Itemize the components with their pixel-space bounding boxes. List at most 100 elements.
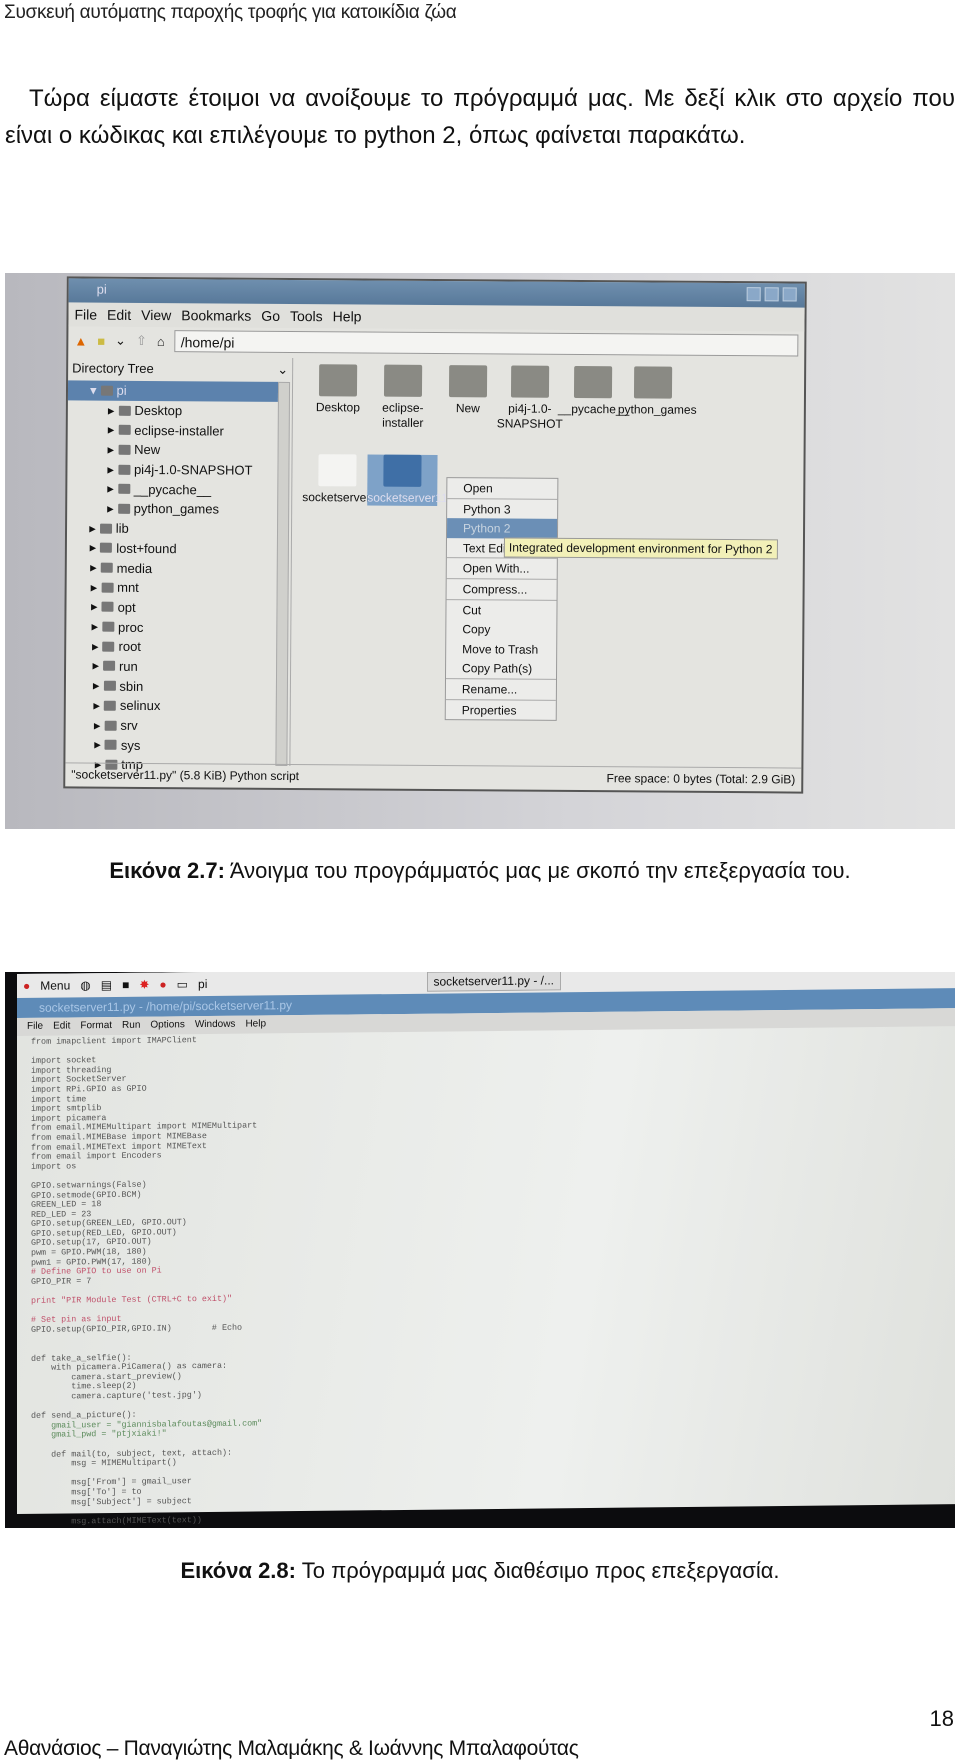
expander-icon: ▸ [107,461,115,477]
tree-item-label: lib [115,520,129,537]
tree-item: ▸ lost+found [67,538,277,559]
wolfram-icon: ● [159,977,167,992]
file-icon-item: pi4j-1.0-SNAPSHOT [495,365,565,431]
tree-item: ▸ sys [65,735,275,756]
folder-icon: ▭ [176,977,189,992]
file-icon-item: socketserver.py [302,454,386,505]
menu-item: Edit [107,306,132,323]
expander-icon: ▸ [93,697,100,713]
caption-label: Εικόνα 2.7: [109,858,225,883]
folder-icon [100,543,113,554]
menu-item: Help [245,1018,267,1030]
file-icon-label: New [455,401,480,416]
home-icon: ⌂ [156,333,165,349]
menu-item: File [74,306,98,323]
directory-tree-panel: Directory Tree ⌄ ▾ pi ▸ Desktop ▸ eclipse-inst… [65,356,294,772]
panel-folder: pi [198,977,208,992]
menu-item: File [27,1020,44,1032]
menu-item: Go [261,307,281,324]
footer-authors: Αθανάσιος – Παναγιώτης Μαλαμάκης & Ιωάνν… [4,1737,579,1760]
screen: ● Menu ◍ ▤ ■ ✸ ● ▭ pi socketserver11.py … [17,972,955,1526]
folder-icon [104,720,117,731]
tree-item-label: eclipse-installer [134,422,224,439]
figure-file-manager-photo: pi File Edit View Bookmarks Go Tools Help ▲ ■ … [5,273,955,829]
window-title: pi [96,281,107,297]
running-header: Συσκευή αυτόματης παροχής τροφής για κατ… [4,2,457,23]
file-icon-label: socketserver.py [302,490,386,505]
context-menu-item: Copy Path(s) [462,661,533,677]
tree-item-label: sys [120,737,141,753]
tree-item: ▸ run [66,656,276,677]
python-file-icon [318,454,357,487]
tree-item: ▾ pi [67,380,279,402]
tree-item: ▸ opt [66,597,276,618]
folder-icon [103,700,116,711]
tree-item: ▸ __pycache__ [67,479,277,500]
expander-icon: ▸ [94,736,101,752]
tree-item-label: Desktop [134,402,183,419]
scrollbar [275,381,291,766]
expander-icon: ▸ [89,520,96,536]
file-icons: Desktop eclipse-installer New pi4j-1.0-SNAP… [302,364,803,507]
expander-icon: ▸ [107,500,114,516]
maximize-icon [764,287,779,302]
file-icon-item: python_games [618,366,697,417]
folder-icon [100,562,113,573]
chevron-down-icon: ⌄ [115,332,127,348]
window-titlebar: pi [68,278,805,308]
folder-icon [103,680,116,691]
menu-item: View [141,306,172,324]
panel-menu: Menu [40,978,71,993]
tree-item: ▸ root [66,636,276,657]
tree-item-label: selinux [119,698,161,714]
file-icon-label: Desktop [315,400,360,415]
tree-item: ▸ eclipse-installer [68,420,278,441]
chevron-down-icon: ⌄ [277,361,289,377]
context-menu-item: Compress... [462,582,528,597]
tree-item: ▸ sbin [66,676,276,697]
expander-icon: ▸ [90,559,97,575]
file-manager-window: pi File Edit View Bookmarks Go Tools Help ▲ ■ … [63,276,807,794]
taskbar-item: socketserver11.py - /... [426,972,561,992]
folder-icon [102,621,115,632]
tree-item: ▸ Desktop [68,400,278,421]
tree-item: ▸ python_games [67,499,277,520]
context-menu-item: Python 3 [463,501,511,517]
caption-label: Εικόνα 2.8: [180,1558,296,1583]
toolbar: ▲ ■ ⌄ ⇧ ⌂ /home/pi [68,326,804,359]
tree-item-label: root [118,639,141,655]
tree-item-label: opt [117,599,136,615]
expander-icon: ▸ [92,677,100,693]
folder-icon [102,641,115,652]
folder-icon [383,364,423,397]
terminal-icon: ■ [122,977,130,992]
file-icon-label: socketserver11.py [367,490,464,506]
bookmark-icon: ■ [97,333,106,349]
tree-item-label: pi [116,383,127,399]
menu-item: Bookmarks [181,307,252,324]
tree-item-label: srv [120,717,138,733]
expander-icon: ▾ [89,382,97,398]
folder-icon [101,602,114,613]
caption-text: Το πρόγραμμά μας διαθέσιμο προς επεξεργα… [295,1558,780,1583]
body-paragraph: Τώρα είμαστε έτοιμοι να ανοίξουμε το πρό… [5,85,955,149]
expander-icon: ▸ [91,618,99,634]
expander-icon: ▸ [107,421,115,437]
context-menu: Open Python 3 Python 2 Text Editor Open With… [444,477,559,721]
context-menu-item: Open [463,481,493,496]
tree-item-label: python_games [133,501,220,517]
python-file-icon [383,454,422,487]
close-icon [782,287,797,302]
folder-icon [117,484,130,495]
globe-icon: ◍ [80,978,91,993]
menu-item: Windows [194,1018,236,1031]
tree-item-label: mnt [117,580,139,596]
tree-item: ▸ pi4j-1.0-SNAPSHOT [67,459,277,480]
folder-icon [117,503,130,514]
file-icon-item: Desktop [303,364,373,415]
tree-item: ▸ New [68,439,278,460]
page-number: 18 [929,1706,954,1731]
tree-item: ▸ selinux [66,695,276,716]
context-menu-item: Open With... [462,561,530,577]
expander-icon: ▸ [89,539,97,555]
